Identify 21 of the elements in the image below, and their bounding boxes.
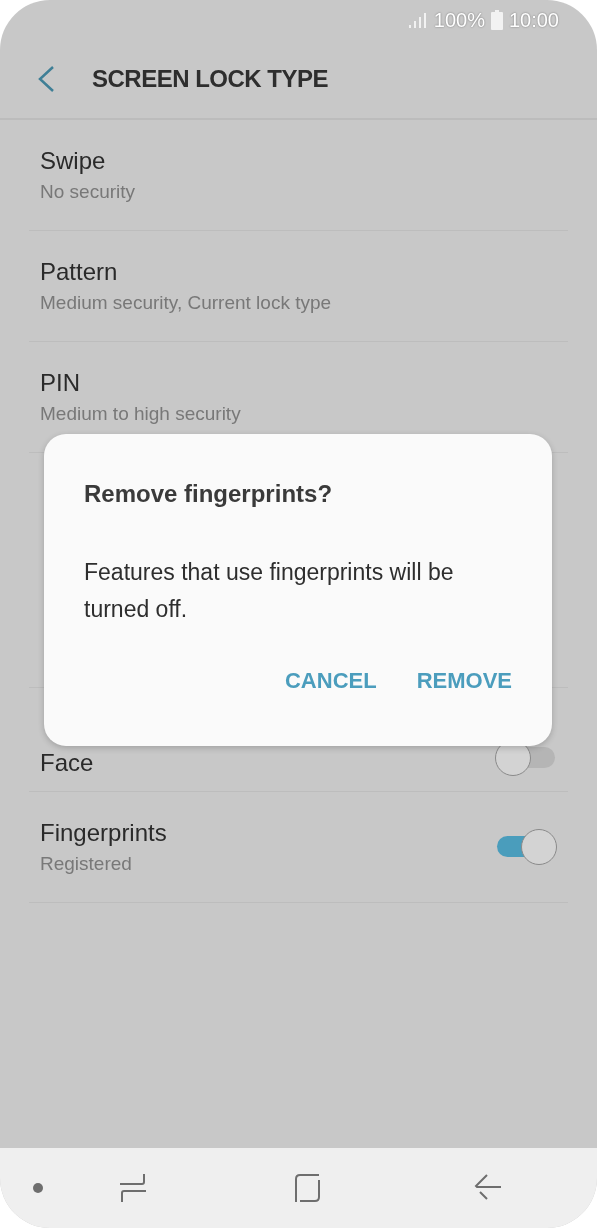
option-title: Face — [40, 749, 94, 777]
cancel-button[interactable]: CANCEL — [284, 664, 377, 698]
recent-apps-icon[interactable] — [119, 1173, 147, 1203]
option-subtitle: Medium to high security — [40, 403, 241, 425]
remove-button[interactable]: REMOVE — [416, 664, 512, 698]
option-title: Swipe — [40, 147, 107, 175]
option-title: PIN — [40, 369, 81, 397]
option-subtitle: No security — [40, 181, 136, 203]
dot-icon[interactable] — [33, 1183, 43, 1193]
option-subtitle: Registered — [40, 853, 133, 875]
option-title: Pattern — [40, 258, 119, 286]
back-icon[interactable] — [36, 64, 56, 94]
signal-icon — [407, 11, 428, 29]
option-subtitle: Medium security, Current lock type — [40, 292, 332, 314]
home-icon[interactable] — [293, 1173, 321, 1203]
dialog-title: Remove fingerprints? — [84, 480, 333, 508]
battery-icon — [490, 10, 503, 30]
dialog-message: Features that use fingerprints will be turned off. — [84, 558, 455, 624]
screen-title: SCREEN LOCK TYPE — [92, 65, 329, 93]
option-title: Fingerprints — [40, 819, 167, 847]
toggle-switch[interactable] — [495, 828, 557, 866]
